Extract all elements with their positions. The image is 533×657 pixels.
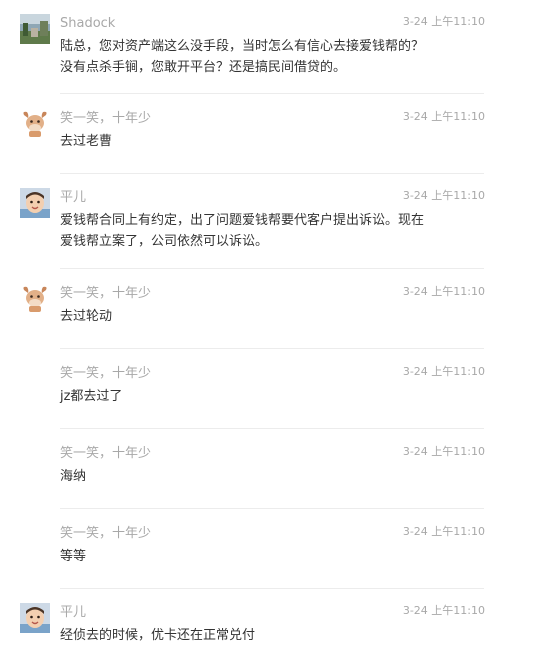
comment-text: 经侦去的时候，优卡还在正常兑付 (60, 625, 480, 646)
comment-divider (60, 93, 484, 94)
comment-divider (60, 508, 484, 509)
username[interactable]: 笑一笑，十年少 (60, 366, 151, 382)
username[interactable]: 笑一笑，十年少 (60, 286, 151, 302)
comment-line: 海纳 (60, 469, 87, 484)
comment-time: 3-24 上午11:10 (402, 189, 485, 202)
comment-time: 3-24 上午11:10 (402, 15, 485, 28)
comment-divider (60, 588, 484, 589)
comment-line: 没有点杀手锏，您敢开平台？还是搞民间借贷的。 (60, 60, 347, 75)
comment-time: 3-24 上午11:10 (402, 525, 485, 538)
comment-text: 去过轮动 (60, 306, 480, 327)
comment-line: 爱钱帮立案了，公司依然可以诉讼。 (60, 234, 269, 249)
user-avatar[interactable] (20, 14, 50, 44)
username[interactable]: 笑一笑，十年少 (60, 446, 151, 462)
comment-line: 经侦去的时候，优卡还在正常兑付 (60, 628, 256, 643)
comment-divider (60, 268, 484, 269)
comment-line: jz都去过了 (60, 389, 123, 404)
username[interactable]: Shadock (60, 16, 115, 32)
comment-text: 海纳 (60, 466, 480, 487)
comment-line: 去过轮动 (60, 309, 113, 324)
comment-line: 等等 (60, 549, 87, 564)
comment-line: 陆总，您对资产端这么没手段，当时怎么有信心去接爱钱帮的？ (60, 39, 425, 54)
comment-text: 陆总，您对资产端这么没手段，当时怎么有信心去接爱钱帮的？ 没有点杀手锏，您敢开平… (60, 36, 480, 78)
comment-time: 3-24 上午11:10 (402, 285, 485, 298)
comment-text: 去过老曹 (60, 131, 480, 152)
username[interactable]: 笑一笑，十年少 (60, 111, 151, 127)
comment-divider (60, 348, 484, 349)
user-avatar[interactable] (20, 603, 50, 633)
comment-line: 爱钱帮合同上有约定，出了问题爱钱帮要代客户提出诉讼。现在 (60, 213, 425, 228)
comment-time: 3-24 上午11:10 (402, 110, 485, 123)
comment-time: 3-24 上午11:10 (402, 604, 485, 617)
comment-text: jz都去过了 (60, 386, 480, 407)
user-avatar[interactable] (20, 109, 50, 139)
comment-divider (60, 428, 484, 429)
comment-divider (60, 173, 484, 174)
username[interactable]: 平儿 (60, 605, 86, 621)
comment-text: 等等 (60, 546, 480, 567)
username[interactable]: 平儿 (60, 190, 86, 206)
comment-text: 爱钱帮合同上有约定，出了问题爱钱帮要代客户提出诉讼。现在 爱钱帮立案了，公司依然… (60, 210, 480, 252)
comment-line: 去过老曹 (60, 134, 113, 149)
user-avatar[interactable] (20, 188, 50, 218)
comment-time: 3-24 上午11:10 (402, 445, 485, 458)
user-avatar[interactable] (20, 284, 50, 314)
username[interactable]: 笑一笑，十年少 (60, 526, 151, 542)
comment-time: 3-24 上午11:10 (402, 365, 485, 378)
